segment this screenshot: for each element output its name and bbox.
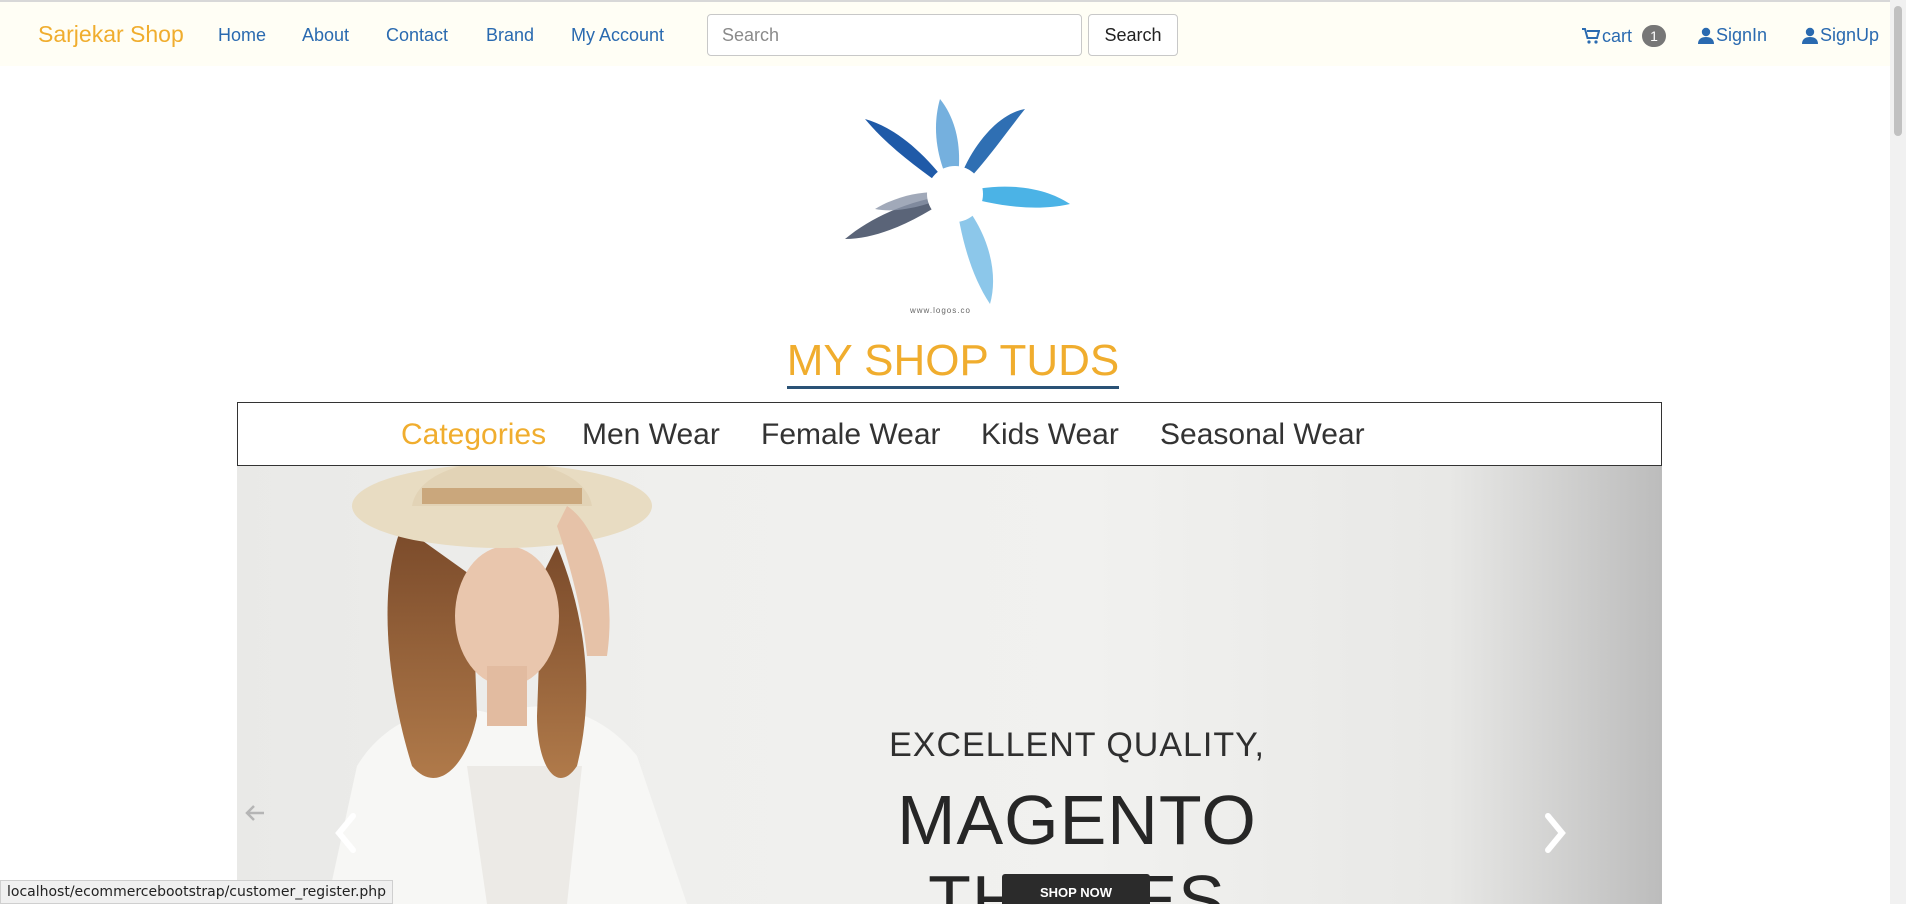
signin-label: SignIn (1716, 25, 1768, 45)
nav-contact-link[interactable]: Contact (386, 25, 448, 46)
nav-my-account-link[interactable]: My Account (571, 25, 664, 46)
search-button[interactable]: Search (1088, 14, 1178, 56)
top-navbar: Sarjekar Shop Home About Contact Brand M… (0, 0, 1890, 66)
hero-headline: EXCELLENT QUALITY, (889, 726, 1265, 764)
user-icon (1698, 27, 1714, 44)
categories-bar: Categories Men Wear Female Wear Kids Wea… (237, 402, 1662, 466)
hero-carousel: EXCELLENT QUALITY, MAGENTO THEMES SHOP N… (237, 466, 1662, 904)
nav-about-link[interactable]: About (302, 25, 349, 46)
categories-heading[interactable]: Categories (401, 418, 546, 452)
logo-caption: www.logos.co (910, 306, 971, 315)
category-kids-wear[interactable]: Kids Wear (981, 418, 1119, 452)
page-scrollbar[interactable] (1890, 0, 1906, 904)
user-icon (1802, 27, 1818, 44)
cart-label: cart (1602, 25, 1633, 46)
scrollbar-thumb[interactable] (1894, 6, 1902, 136)
cart-count-badge: 1 (1642, 25, 1667, 47)
signin-link[interactable]: SignIn (1698, 25, 1767, 46)
cart-icon (1582, 28, 1600, 44)
carousel-prev-icon[interactable] (331, 808, 361, 858)
browser-status-url: localhost/ecommercebootstrap/customer_re… (0, 880, 394, 904)
category-seasonal-wear[interactable]: Seasonal Wear (1160, 418, 1365, 452)
signup-link[interactable]: SignUp (1802, 25, 1879, 46)
brand-link[interactable]: Sarjekar Shop (38, 21, 184, 48)
search-input[interactable] (707, 14, 1082, 56)
category-men-wear[interactable]: Men Wear (582, 418, 720, 452)
carousel-next-icon[interactable] (1540, 808, 1570, 858)
nav-home-link[interactable]: Home (218, 25, 266, 46)
category-female-wear[interactable]: Female Wear (761, 418, 941, 452)
site-title: MY SHOP TUDS (0, 336, 1906, 389)
nav-brand-link[interactable]: Brand (486, 25, 534, 46)
cart-link[interactable]: cart 1 (1582, 25, 1667, 47)
site-title-link[interactable]: MY SHOP TUDS (786, 336, 1120, 389)
shop-now-button[interactable]: SHOP NOW (1002, 874, 1150, 904)
back-arrow-icon[interactable] (244, 803, 266, 823)
shop-logo (845, 99, 1070, 304)
signup-label: SignUp (1820, 25, 1880, 45)
